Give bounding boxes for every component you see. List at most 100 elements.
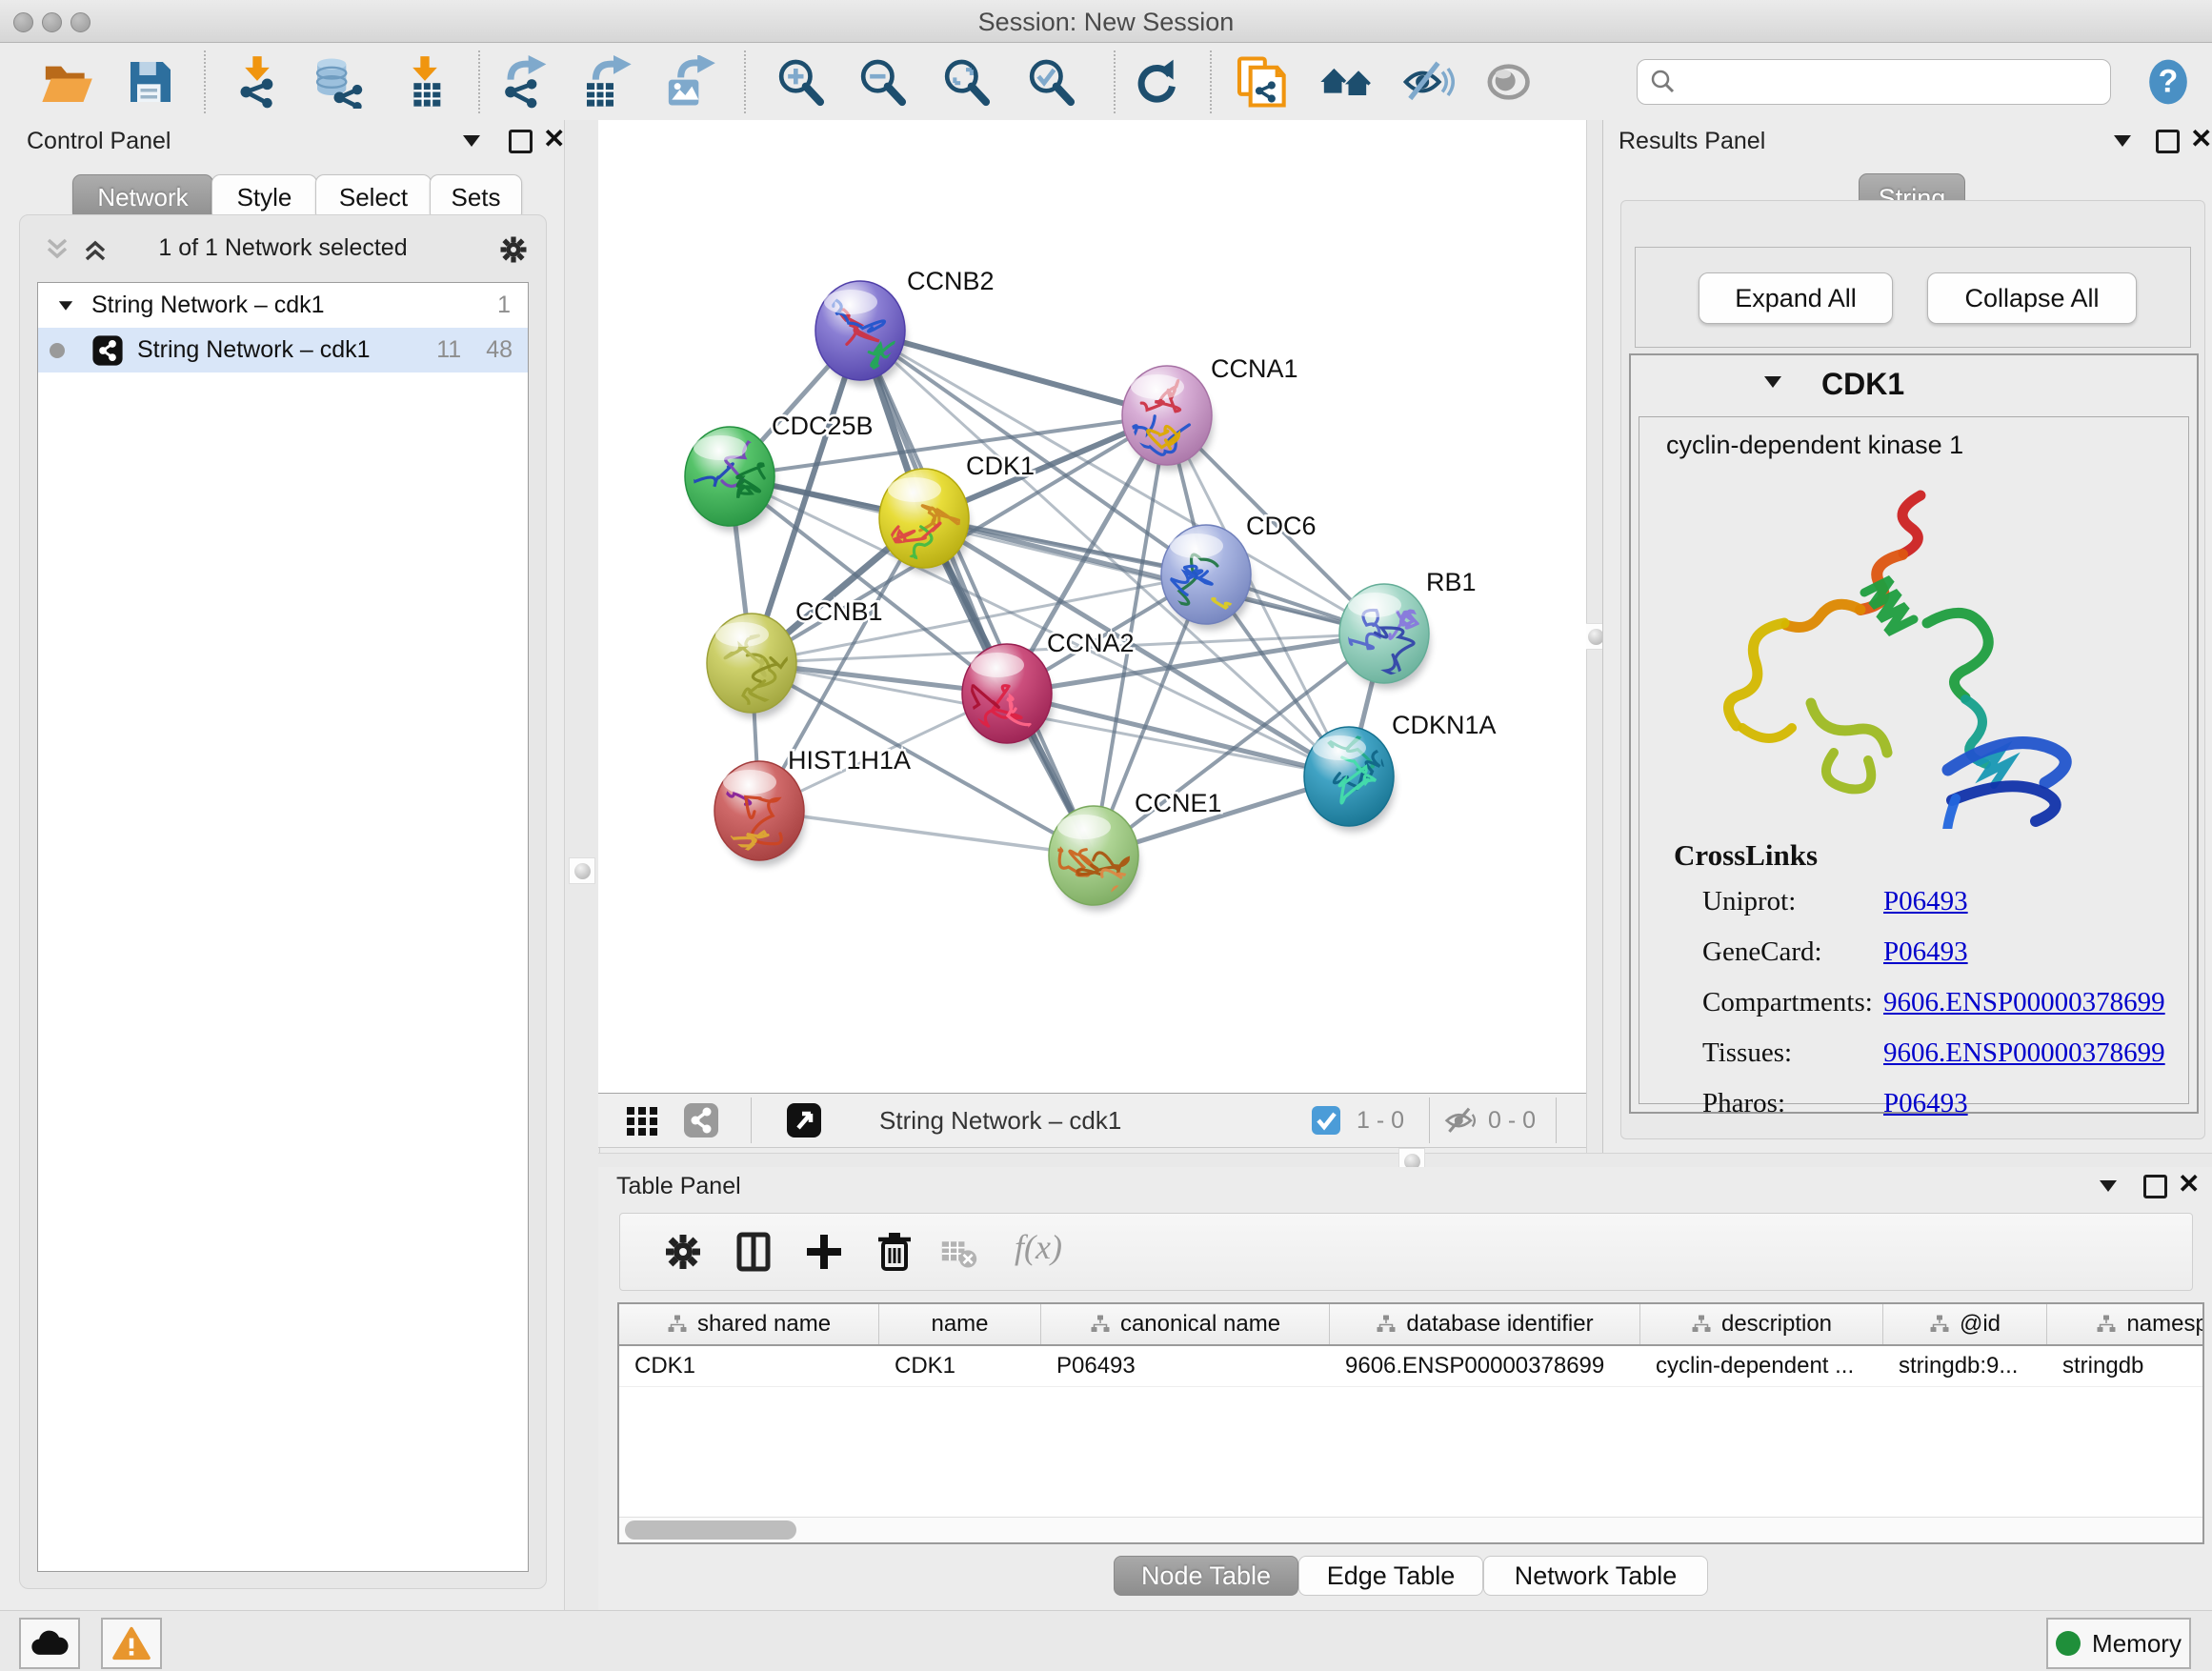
left-splitter-handle[interactable] (569, 857, 595, 884)
node-label-ccna1[interactable]: CCNA1 (1211, 354, 1298, 383)
import-network-from-database-icon[interactable] (311, 55, 364, 109)
gene-card-collapse-icon[interactable] (1764, 376, 1781, 388)
results-panel-close-icon[interactable]: ✕ (2190, 130, 2212, 148)
column-header-name[interactable]: name (879, 1304, 1041, 1344)
column-header-database-identifier[interactable]: database identifier (1330, 1304, 1640, 1344)
scrollbar-thumb[interactable] (625, 1520, 796, 1540)
node-label-ccna2[interactable]: CCNA2 (1047, 629, 1135, 657)
collection-label: String Network – cdk1 (91, 292, 325, 319)
table-panel-close-icon[interactable]: ✕ (2178, 1175, 2200, 1193)
results-panel-float-icon[interactable] (2156, 130, 2180, 153)
refresh-layout-icon[interactable] (1129, 55, 1182, 109)
node-table: shared namenamecanonical namedatabase id… (617, 1302, 2204, 1544)
birdseye-view-icon[interactable] (785, 1101, 823, 1139)
zoom-selected-icon[interactable] (1024, 55, 1077, 109)
tab-edge-table[interactable]: Edge Table (1298, 1556, 1483, 1596)
table-cell[interactable]: P06493 (1041, 1346, 1330, 1386)
column-header-namespace[interactable]: namespace (2047, 1304, 2204, 1344)
tab-network-table[interactable]: Network Table (1483, 1556, 1708, 1596)
protein-structure-image (1716, 478, 2116, 829)
expand-all-button[interactable]: Expand All (1699, 272, 1893, 324)
node-label-ccnb1[interactable]: CCNB1 (795, 597, 883, 626)
hide-unhide-icon[interactable] (1401, 55, 1455, 109)
table-options-gear-icon[interactable] (660, 1229, 706, 1275)
network-view-mode-icon[interactable] (682, 1101, 720, 1139)
node-label-ccnb2[interactable]: CCNB2 (907, 267, 995, 295)
left-splitter[interactable] (564, 120, 600, 1610)
hidden-eye-slash-icon[interactable] (1444, 1105, 1478, 1136)
help-icon[interactable]: ? (2142, 55, 2195, 109)
save-session-icon[interactable] (124, 55, 177, 109)
crosslink-value-link[interactable]: P06493 (1883, 1088, 1968, 1118)
copy-network-icon[interactable] (1233, 55, 1286, 109)
cloud-status-button[interactable] (19, 1618, 80, 1669)
selected-checkbox-icon[interactable] (1311, 1105, 1341, 1136)
network-row[interactable]: String Network – cdk1 11 48 (38, 328, 528, 372)
node-label-cdk1[interactable]: CDK1 (966, 452, 1035, 480)
results-panel: Results Panel ✕ String Expand All Collap… (1602, 120, 2212, 1153)
nested-networks-icon[interactable] (1318, 55, 1372, 109)
hidden-count: 0 - 0 (1488, 1107, 1536, 1135)
node-label-cdc6[interactable]: CDC6 (1246, 512, 1317, 540)
network-node-count: 11 (436, 336, 461, 364)
collection-count: 1 (497, 292, 511, 319)
table-cell[interactable]: stringdb:9... (1883, 1346, 2047, 1386)
warnings-button[interactable] (101, 1618, 162, 1669)
string-results-box: Expand All Collapse All CDK1 cyclin-depe… (1620, 200, 2205, 1139)
network-collection-row[interactable]: String Network – cdk1 1 (38, 283, 528, 328)
network-options-gear-icon[interactable] (496, 232, 531, 267)
column-header-shared-name[interactable]: shared name (619, 1304, 879, 1344)
application-window: Session: New Session (0, 0, 2212, 1671)
delete-column-trash-icon[interactable] (872, 1229, 917, 1275)
network-canvas[interactable]: CCNB2 CCNA1 CDC25B CDK1 CDC6 RB1 CCNB1 CCNA2 CDK… (598, 120, 1586, 1093)
table-horizontal-scrollbar[interactable] (619, 1517, 2202, 1542)
network-graph[interactable]: CCNB2 CCNA1 CDC25B CDK1 CDC6 RB1 CCNB1 CCNA2 CDK… (598, 120, 1586, 1093)
crosslink-value-link[interactable]: P06493 (1883, 936, 1968, 967)
table-row[interactable]: CDK1CDK1P064939606.ENSP00000378699cyclin… (619, 1346, 2202, 1387)
export-network-icon[interactable] (497, 55, 551, 109)
table-cell[interactable]: CDK1 (879, 1346, 1041, 1386)
control-panel: Control Panel ✕ NetworkStyleSelectSets 1… (0, 120, 564, 1610)
node-label-hist1h1a[interactable]: HIST1H1A (788, 746, 911, 775)
search-icon (1649, 69, 1676, 95)
table-cell[interactable]: stringdb (2047, 1346, 2204, 1386)
control-panel-menu-icon[interactable] (463, 135, 480, 147)
export-table-icon[interactable] (580, 55, 633, 109)
crosslink-value-link[interactable]: P06493 (1883, 886, 1968, 916)
table-panel-menu-icon[interactable] (2100, 1180, 2117, 1192)
grid-view-icon[interactable] (623, 1101, 661, 1139)
node-label-ccne1[interactable]: CCNE1 (1135, 789, 1222, 817)
zoom-out-icon[interactable] (855, 55, 909, 109)
import-table-icon[interactable] (398, 55, 452, 109)
title-bar: Session: New Session (0, 0, 2212, 43)
show-graphics-eye-icon (1484, 55, 1538, 109)
table-cell[interactable]: CDK1 (619, 1346, 879, 1386)
gene-card-header[interactable]: CDK1 (1631, 355, 2197, 414)
memory-button[interactable]: Memory (2046, 1618, 2191, 1669)
create-column-plus-icon[interactable] (801, 1229, 847, 1275)
crosslink-value-link[interactable]: 9606.ENSP00000378699 (1883, 987, 2165, 1017)
tab-node-table[interactable]: Node Table (1114, 1556, 1298, 1596)
zoom-in-icon[interactable] (774, 55, 827, 109)
column-header-canonical-name[interactable]: canonical name (1041, 1304, 1330, 1344)
column-header--id[interactable]: @id (1883, 1304, 2047, 1344)
export-image-icon[interactable] (663, 55, 716, 109)
node-label-cdc25b[interactable]: CDC25B (772, 412, 874, 440)
collection-expand-icon[interactable] (59, 301, 72, 311)
show-columns-icon[interactable] (731, 1229, 776, 1275)
open-session-icon[interactable] (40, 55, 93, 109)
import-network-icon[interactable] (231, 55, 284, 109)
search-input[interactable] (1683, 68, 2110, 96)
control-panel-float-icon[interactable] (509, 130, 533, 153)
crosslink-value-link[interactable]: 9606.ENSP00000378699 (1883, 1037, 2165, 1068)
column-header-description[interactable]: description (1640, 1304, 1883, 1344)
results-panel-menu-icon[interactable] (2114, 135, 2131, 147)
node-label-rb1[interactable]: RB1 (1426, 568, 1477, 596)
zoom-fit-icon[interactable] (939, 55, 993, 109)
node-label-cdkn1a[interactable]: CDKN1A (1392, 711, 1497, 739)
table-panel-float-icon[interactable] (2143, 1175, 2167, 1198)
control-panel-close-icon[interactable]: ✕ (543, 130, 565, 148)
table-cell[interactable]: cyclin-dependent ... (1640, 1346, 1883, 1386)
collapse-all-button[interactable]: Collapse All (1927, 272, 2137, 324)
table-cell[interactable]: 9606.ENSP00000378699 (1330, 1346, 1640, 1386)
